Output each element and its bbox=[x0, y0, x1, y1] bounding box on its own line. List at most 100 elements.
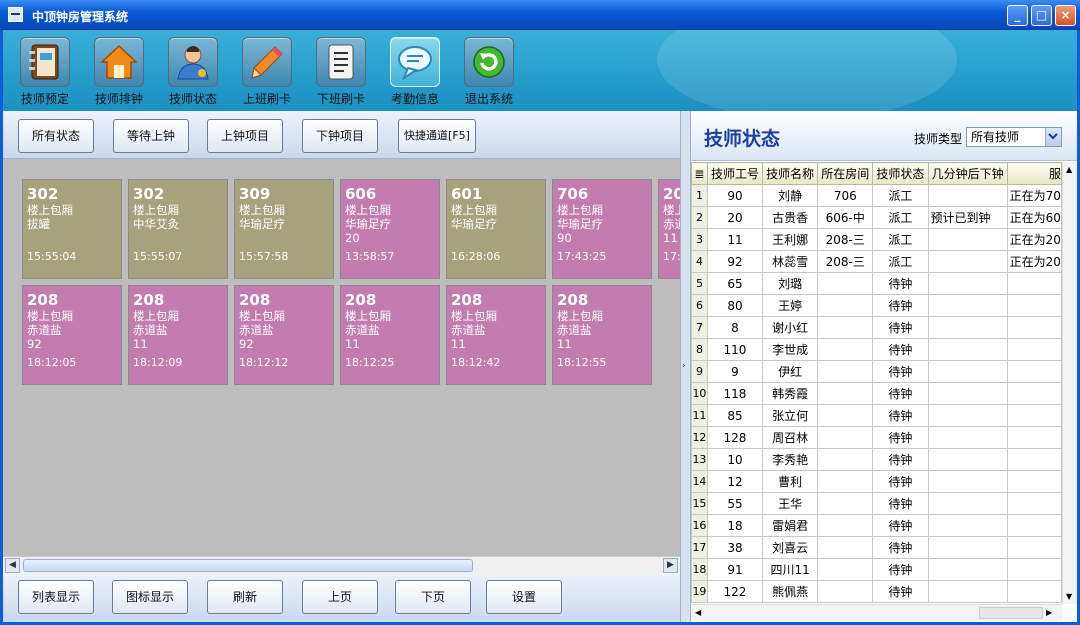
table-cell[interactable] bbox=[1006, 382, 1062, 405]
table-row[interactable]: 7 8 谢小红 待钟 bbox=[691, 316, 1062, 339]
room-card[interactable]: 208 楼上包厢 赤道盐 11 18:12:09 bbox=[128, 285, 228, 385]
column-header[interactable]: 技师工号 bbox=[706, 162, 764, 185]
table-cell[interactable] bbox=[1006, 404, 1062, 427]
room-card[interactable]: 208 楼上包厢 赤道盐 11 18:12:42 bbox=[446, 285, 546, 385]
all-status-button[interactable]: 所有状态 bbox=[18, 119, 94, 153]
table-row[interactable]: 15 55 王华 待钟 bbox=[691, 492, 1062, 515]
table-cell[interactable]: 待钟 bbox=[872, 338, 929, 361]
table-cell[interactable]: 待钟 bbox=[872, 426, 929, 449]
table-cell[interactable]: 12 bbox=[706, 470, 764, 493]
table-row[interactable]: 4 92 林蕊雪 208-三 派工 正在为20 bbox=[691, 250, 1062, 273]
table-cell[interactable] bbox=[927, 184, 1008, 207]
table-cell[interactable]: 91 bbox=[706, 558, 764, 581]
scroll-thumb[interactable] bbox=[979, 607, 1043, 619]
toolbar-tech-reserve[interactable]: 技师预定 bbox=[10, 37, 80, 107]
table-cell[interactable]: 待钟 bbox=[872, 360, 929, 383]
table-cell[interactable]: 92 bbox=[706, 250, 764, 273]
table-cell[interactable] bbox=[927, 536, 1008, 559]
table-cell[interactable]: 古贵香 bbox=[762, 206, 819, 229]
table-row[interactable]: 8 110 李世成 待钟 bbox=[691, 338, 1062, 361]
table-cell[interactable] bbox=[817, 382, 874, 405]
table-row[interactable]: 3 11 王利娜 208-三 派工 正在为20 bbox=[691, 228, 1062, 251]
scroll-thumb[interactable] bbox=[23, 559, 473, 572]
table-cell[interactable]: 10 bbox=[691, 382, 708, 405]
table-cell[interactable]: 待钟 bbox=[872, 316, 929, 339]
table-cell[interactable] bbox=[927, 272, 1008, 295]
toolbar-tech-schedule[interactable]: 技师排钟 bbox=[84, 37, 154, 107]
table-cell[interactable]: 2 bbox=[691, 206, 708, 229]
table-cell[interactable]: 待钟 bbox=[872, 404, 929, 427]
table-cell[interactable]: 待钟 bbox=[872, 294, 929, 317]
table-cell[interactable] bbox=[1006, 360, 1062, 383]
table-cell[interactable] bbox=[817, 448, 874, 471]
table-cell[interactable] bbox=[927, 294, 1008, 317]
table-cell[interactable]: 12 bbox=[691, 426, 708, 449]
table-cell[interactable]: 128 bbox=[706, 426, 764, 449]
table-cell[interactable]: 伊红 bbox=[762, 360, 819, 383]
table-row[interactable]: 16 18 雷娟君 待钟 bbox=[691, 514, 1062, 537]
table-cell[interactable]: 90 bbox=[706, 184, 764, 207]
table-cell[interactable]: 55 bbox=[706, 492, 764, 515]
table-cell[interactable] bbox=[817, 360, 874, 383]
table-cell[interactable] bbox=[817, 558, 874, 581]
toolbar-clock-in[interactable]: 上班刷卡 bbox=[232, 37, 302, 107]
table-cell[interactable]: 待钟 bbox=[872, 382, 929, 405]
table-cell[interactable]: 208-三 bbox=[817, 228, 874, 251]
table-cell[interactable]: 待钟 bbox=[872, 492, 929, 515]
table-cell[interactable]: 正在为20 bbox=[1006, 250, 1062, 273]
table-cell[interactable]: 王利娜 bbox=[762, 228, 819, 251]
table-cell[interactable] bbox=[817, 492, 874, 515]
table-cell[interactable] bbox=[927, 404, 1008, 427]
table-row[interactable]: 19 122 熊佩燕 待钟 bbox=[691, 580, 1062, 603]
maximize-button[interactable]: □ bbox=[1031, 5, 1052, 26]
table-row[interactable]: 12 128 周召林 待钟 bbox=[691, 426, 1062, 449]
table-cell[interactable]: 80 bbox=[706, 294, 764, 317]
table-row[interactable]: 6 80 王婷 待钟 bbox=[691, 294, 1062, 317]
table-cell[interactable]: 待钟 bbox=[872, 580, 929, 603]
table-cell[interactable] bbox=[1006, 272, 1062, 295]
table-cell[interactable] bbox=[1006, 448, 1062, 471]
table-row[interactable]: 9 9 伊红 待钟 bbox=[691, 360, 1062, 383]
table-cell[interactable]: 待钟 bbox=[872, 514, 929, 537]
table-cell[interactable]: 18 bbox=[706, 514, 764, 537]
table-cell[interactable]: 85 bbox=[706, 404, 764, 427]
table-cell[interactable] bbox=[927, 558, 1008, 581]
table-cell[interactable]: 3 bbox=[691, 228, 708, 251]
room-card[interactable]: 208 楼上包厢 赤道盐 11 18:12:25 bbox=[340, 285, 440, 385]
table-cell[interactable] bbox=[927, 250, 1008, 273]
tech-type-select[interactable]: 所有技师 bbox=[966, 127, 1062, 147]
toolbar-exit[interactable]: 退出系统 bbox=[454, 37, 524, 107]
room-card[interactable]: 208 楼上包厢 赤道盐 11 17:5 bbox=[658, 179, 680, 279]
table-cell[interactable]: 王婷 bbox=[762, 294, 819, 317]
table-row[interactable]: 13 10 李秀艳 待钟 bbox=[691, 448, 1062, 471]
list-view-button[interactable]: 列表显示 bbox=[18, 580, 94, 614]
table-cell[interactable] bbox=[817, 470, 874, 493]
table-cell[interactable] bbox=[927, 448, 1008, 471]
table-cell[interactable] bbox=[1006, 294, 1062, 317]
table-cell[interactable]: 谢小红 bbox=[762, 316, 819, 339]
table-cell[interactable]: 706 bbox=[817, 184, 874, 207]
scroll-right-icon[interactable]: ▶ bbox=[663, 558, 678, 573]
table-cell[interactable]: 派工 bbox=[872, 250, 929, 273]
table-cell[interactable]: 待钟 bbox=[872, 272, 929, 295]
toolbar-tech-status[interactable]: 技师状态 bbox=[158, 37, 228, 107]
table-cell[interactable]: 周召林 bbox=[762, 426, 819, 449]
table-cell[interactable] bbox=[817, 580, 874, 603]
refresh-button[interactable]: 刷新 bbox=[207, 580, 283, 614]
table-cell[interactable]: 38 bbox=[706, 536, 764, 559]
table-cell[interactable] bbox=[817, 536, 874, 559]
table-cell[interactable] bbox=[927, 228, 1008, 251]
table-cell[interactable]: 11 bbox=[691, 404, 708, 427]
table-cell[interactable]: 20 bbox=[706, 206, 764, 229]
table-cell[interactable] bbox=[927, 338, 1008, 361]
table-cell[interactable] bbox=[927, 382, 1008, 405]
column-header[interactable]: 服 bbox=[1006, 162, 1062, 185]
room-card[interactable]: 208 楼上包厢 赤道盐 92 18:12:05 bbox=[22, 285, 122, 385]
table-cell[interactable]: 14 bbox=[691, 470, 708, 493]
grid-vscrollbar[interactable]: ▲ ▼ bbox=[1062, 162, 1077, 604]
off-duty-items-button[interactable]: 下钟项目 bbox=[302, 119, 378, 153]
table-cell[interactable] bbox=[817, 404, 874, 427]
table-cell[interactable]: 张立何 bbox=[762, 404, 819, 427]
column-header[interactable]: 所在房间 bbox=[817, 162, 874, 185]
room-card[interactable]: 606 楼上包厢 华瑜足疗 20 13:58:57 bbox=[340, 179, 440, 279]
